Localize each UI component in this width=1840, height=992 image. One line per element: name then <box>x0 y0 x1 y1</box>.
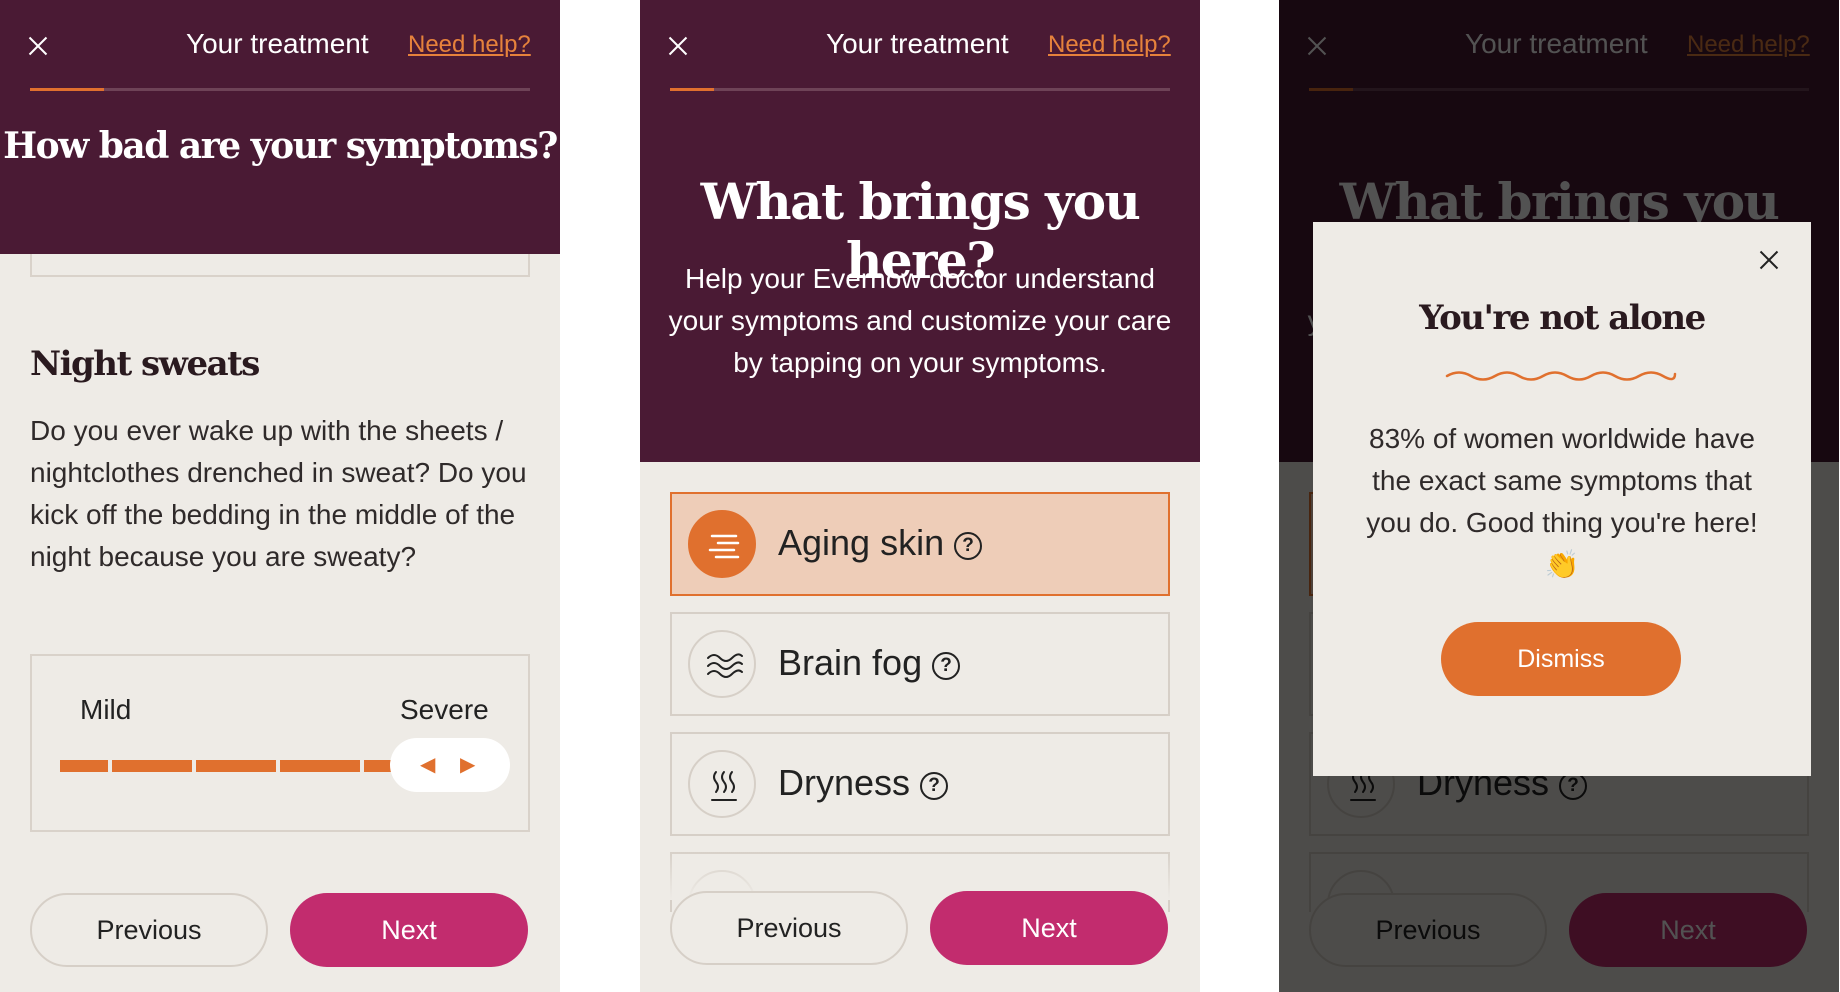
severity-segment <box>60 760 108 772</box>
progress-fill <box>670 88 714 91</box>
need-help-link[interactable]: Need help? <box>408 31 531 59</box>
previous-button[interactable]: Previous <box>30 893 268 967</box>
squiggle-divider <box>1445 371 1677 381</box>
header: Your treatment Need help? How bad are yo… <box>0 0 560 254</box>
severity-segment <box>280 760 360 772</box>
help-question-icon[interactable]: ? <box>920 772 949 800</box>
slider-handle[interactable]: ◀ ▶ <box>390 738 510 792</box>
modal-title: You're not alone <box>1419 298 1706 338</box>
header: Your treatment Need help? What brings yo… <box>640 0 1200 462</box>
info-modal: You're not alone 83% of women worldwide … <box>1313 222 1811 776</box>
option-label: Aging skin <box>778 522 945 563</box>
option-label: Brain fog <box>778 642 923 683</box>
dismiss-button[interactable]: Dismiss <box>1441 622 1681 696</box>
progress-bar <box>30 88 530 91</box>
symptom-title: Night sweats <box>30 344 260 384</box>
help-question-icon[interactable]: ? <box>954 532 983 560</box>
symptom-option-aging-skin[interactable]: Aging skin? <box>670 492 1170 596</box>
right-arrow-icon: ▶ <box>460 754 476 776</box>
previous-card-edge <box>30 254 530 277</box>
option-icon-circle <box>688 750 756 818</box>
symptom-option-dryness[interactable]: Dryness? <box>670 732 1170 836</box>
header-title: Your treatment <box>826 28 1009 59</box>
option-label: Dryness <box>778 762 911 803</box>
severity-scale: Mild Severe ◀ ▶ <box>30 654 530 832</box>
option-icon-circle <box>688 630 756 698</box>
previous-button[interactable]: Previous <box>670 891 908 965</box>
symptom-severity-screen: Your treatment Need help? How bad are yo… <box>0 0 560 992</box>
progress-fill <box>30 88 104 91</box>
need-help-link[interactable]: Need help? <box>1048 31 1171 59</box>
modal-body: 83% of women worldwide have the exact sa… <box>1366 423 1758 580</box>
scale-max-label: Severe <box>400 694 489 725</box>
header-title: Your treatment <box>186 28 369 59</box>
severity-segment <box>112 760 192 772</box>
close-modal-icon[interactable] <box>1759 250 1779 270</box>
waves-icon <box>707 653 743 678</box>
next-button[interactable]: Next <box>290 893 528 967</box>
lines-icon <box>708 534 740 559</box>
severity-segment <box>196 760 276 772</box>
symptom-description: Do you ever wake up with the sheets / ni… <box>30 415 527 572</box>
intro-text: Help your Evernow doctor understand your… <box>668 263 1172 378</box>
scale-min-label: Mild <box>80 694 132 725</box>
question-title: How bad are your symptoms? <box>3 125 558 167</box>
symptom-select-modal-screen: Your treatment Need help? What brings yo… <box>1279 0 1839 992</box>
progress-bar <box>670 88 1170 91</box>
symptom-option-brain-fog[interactable]: Brain fog? <box>670 612 1170 716</box>
left-arrow-icon: ◀ <box>420 754 436 776</box>
heat-icon <box>711 771 737 801</box>
symptom-select-screen: Your treatment Need help? What brings yo… <box>640 0 1200 992</box>
close-icon[interactable] <box>28 36 48 56</box>
next-button[interactable]: Next <box>930 891 1168 965</box>
help-question-icon[interactable]: ? <box>932 652 961 680</box>
option-icon-circle <box>688 510 756 578</box>
close-icon[interactable] <box>668 36 688 56</box>
